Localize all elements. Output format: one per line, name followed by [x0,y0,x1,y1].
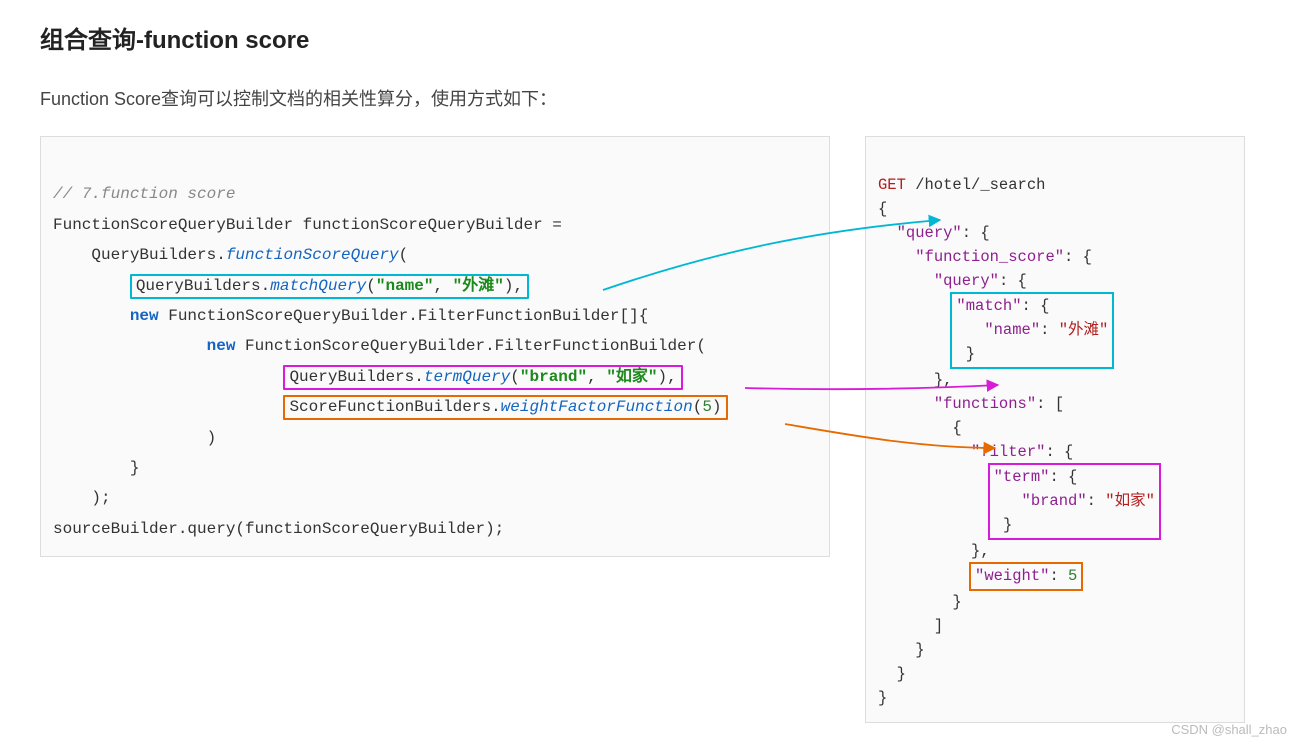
json-string: "外滩" [1059,321,1109,339]
json-string: "如家" [1105,492,1155,510]
weight-factor-box: ScoreFunctionBuilders.weightFactorFuncti… [283,395,727,420]
json-number: 5 [1068,567,1077,585]
dsl-code-panel: GET /hotel/_search { "query": { "functio… [865,136,1245,723]
code-frag: } [1003,516,1012,534]
code-frag: : { [1022,297,1050,315]
code-frag: ), [658,368,677,386]
code-frag: } [878,689,887,707]
code-frag: ) [712,398,722,416]
json-key: "match" [956,297,1021,315]
comment-line: // 7.function score [53,185,235,203]
code-frag: QueryBuilders. [289,368,423,386]
page-title: 组合查询-function score [40,20,1261,55]
code-frag: : { [999,272,1027,290]
code-frag: ( [693,398,703,416]
code-frag: { [878,200,887,218]
code-frag: : { [1045,443,1073,461]
code-frag: }, [971,542,990,560]
dsl-match-box: "match": { "name": "外滩" } [950,292,1114,369]
json-key: "weight" [975,567,1049,585]
string-literal: "name" [376,277,434,295]
method-name: functionScoreQuery [226,246,399,264]
json-key: "query" [897,224,962,242]
code-frag: FunctionScoreQueryBuilder.FilterFunction… [235,337,705,355]
code-frag: : [1040,321,1059,339]
method-name: termQuery [424,368,510,386]
json-key: "term" [994,468,1050,486]
json-key: "name" [984,321,1040,339]
http-method: GET [878,176,906,194]
code-frag: } [952,593,961,611]
code-frag: ( [510,368,520,386]
code-line: FunctionScoreQueryBuilder functionScoreQ… [53,216,562,234]
code-frag: : { [1049,468,1077,486]
json-key: "brand" [1022,492,1087,510]
code-frag: ); [91,489,110,507]
watermark-text: CSDN @shall_zhao [1171,722,1287,737]
code-frag: } [130,459,140,477]
method-name: weightFactorFunction [501,398,693,416]
code-frag: /hotel/_search [906,176,1046,194]
columns: // 7.function score FunctionScoreQueryBu… [40,136,1261,723]
code-frag: ( [399,246,409,264]
code-frag: } [897,665,906,683]
code-frag: : [1049,567,1068,585]
code-frag: QueryBuilders. [91,246,225,264]
term-query-box: QueryBuilders.termQuery("brand", "如家"), [283,365,682,390]
code-frag: { [952,419,961,437]
code-frag: ( [366,277,376,295]
string-literal: "brand" [520,368,587,386]
dsl-term-box: "term": { "brand": "如家" } [988,463,1161,540]
code-frag: ), [504,277,523,295]
code-frag: , [433,277,452,295]
code-frag: : { [1064,248,1092,266]
code-frag: ) [207,429,217,447]
json-key: "filter" [971,443,1045,461]
keyword: new [207,337,236,355]
code-frag: FunctionScoreQueryBuilder.FilterFunction… [159,307,649,325]
json-key: "functions" [934,395,1036,413]
code-frag: : [ [1036,395,1064,413]
string-literal: "如家" [606,368,657,386]
code-frag: QueryBuilders. [136,277,270,295]
dsl-weight-box: "weight": 5 [969,562,1083,591]
code-frag: } [966,345,975,363]
java-code-panel: // 7.function score FunctionScoreQueryBu… [40,136,830,557]
json-key: "function_score" [915,248,1064,266]
code-line: sourceBuilder.query(functionScoreQueryBu… [53,520,504,538]
code-frag: : [1087,492,1106,510]
string-literal: "外滩" [453,277,504,295]
code-frag: ScoreFunctionBuilders. [289,398,500,416]
keyword: new [130,307,159,325]
code-frag: ] [934,617,943,635]
json-key: "query" [934,272,999,290]
code-frag: }, [934,371,953,389]
code-frag: , [587,368,606,386]
match-query-box: QueryBuilders.matchQuery("name", "外滩"), [130,274,529,299]
description-text: Function Score查询可以控制文档的相关性算分，使用方式如下： [40,85,1261,111]
code-frag: : { [962,224,990,242]
code-frag: } [915,641,924,659]
number-literal: 5 [702,398,712,416]
method-name: matchQuery [270,277,366,295]
